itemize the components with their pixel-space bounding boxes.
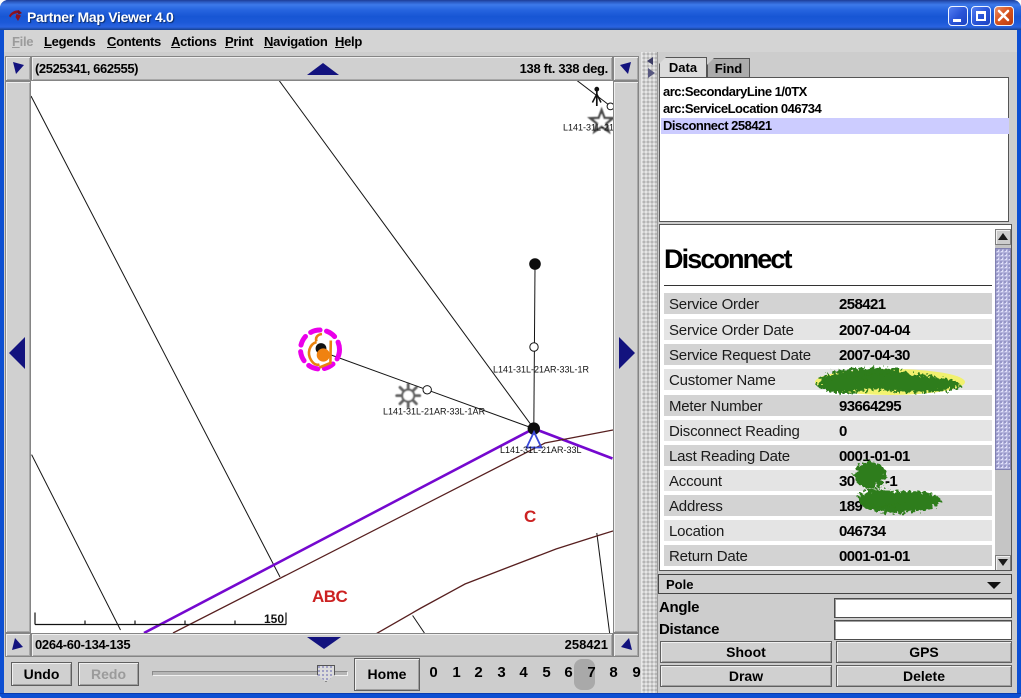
- svg-text:L141-31L-21: L141-31L-21: [563, 123, 613, 133]
- svg-text:L141-31L-21AR-33L-1R: L141-31L-21AR-33L-1R: [493, 365, 590, 375]
- svg-text:ABC: ABC: [312, 587, 348, 606]
- svg-text:L141-31L-21AR-33L: L141-31L-21AR-33L: [500, 445, 582, 455]
- svg-text:L141-31L-21AR-33L-1AR: L141-31L-21AR-33L-1AR: [383, 407, 486, 417]
- svg-text:C: C: [524, 507, 536, 526]
- svg-text:150: 150: [264, 612, 284, 626]
